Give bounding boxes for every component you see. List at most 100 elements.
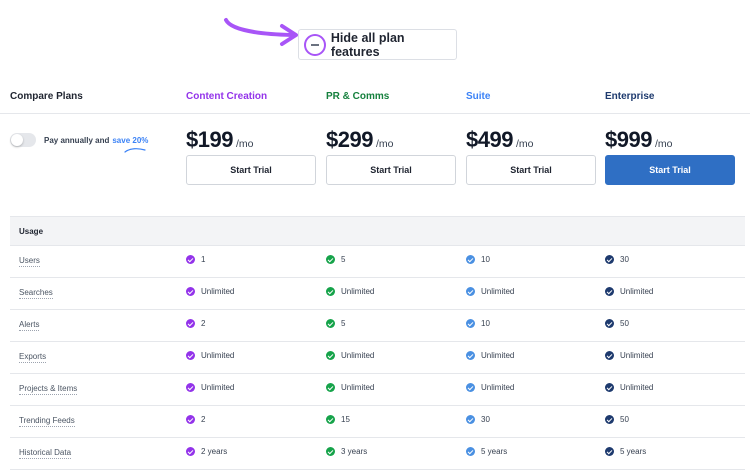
- price-amount: $299: [326, 127, 373, 152]
- save-percent-text: save 20%: [112, 135, 149, 145]
- feature-value: 3 years: [341, 447, 368, 456]
- feature-value-cell: 5 years: [605, 447, 646, 456]
- check-circle-icon: [326, 319, 335, 328]
- check-circle-icon: [186, 447, 195, 456]
- check-circle-icon: [186, 383, 195, 392]
- price-period: /mo: [654, 138, 673, 150]
- billing-toggle-group: Pay annually and save 20%: [10, 133, 148, 147]
- check-circle-icon: [466, 447, 475, 456]
- feature-value-cell: Unlimited: [605, 383, 653, 392]
- feature-label[interactable]: Searches: [19, 288, 53, 299]
- feature-value-cell: 5: [326, 255, 345, 264]
- feature-value: Unlimited: [201, 287, 235, 296]
- price-period: /mo: [235, 138, 254, 150]
- table-row: Projects & Items Unlimited Unlimited Unlimi…: [10, 374, 745, 406]
- check-circle-icon: [186, 319, 195, 328]
- price-amount: $999: [605, 127, 652, 152]
- plan-name-enterprise: Enterprise: [605, 91, 655, 102]
- feature-value: Unlimited: [201, 351, 235, 360]
- feature-value-cell: 50: [605, 415, 629, 424]
- feature-value: 1: [201, 255, 206, 264]
- feature-value-cell: 10: [466, 319, 490, 328]
- feature-value-cell: 50: [605, 319, 629, 328]
- check-circle-icon: [605, 255, 614, 264]
- feature-value: 50: [620, 415, 629, 424]
- feature-value: Unlimited: [620, 287, 654, 296]
- feature-value: 15: [341, 415, 350, 424]
- feature-value: 5 years: [481, 447, 508, 456]
- table-row: Historical Data 2 years 3 years 5 years 5 ye…: [10, 438, 745, 470]
- feature-label[interactable]: Historical Data: [19, 448, 72, 459]
- price-period: /mo: [375, 138, 394, 150]
- feature-label[interactable]: Users: [19, 256, 40, 267]
- features-table: Usage Users 1 5 10 30 Searches Unlimited Unlimi…: [10, 216, 745, 470]
- feature-value-cell: Unlimited: [466, 383, 514, 392]
- start-trial-button-content-creation[interactable]: Start Trial: [186, 155, 316, 185]
- feature-value: 10: [481, 255, 490, 264]
- feature-value: Unlimited: [201, 383, 235, 392]
- check-circle-icon: [466, 383, 475, 392]
- feature-value: 5: [341, 319, 346, 328]
- feature-value: Unlimited: [341, 383, 375, 392]
- feature-label[interactable]: Alerts: [19, 320, 40, 331]
- plan-name-suite: Suite: [466, 91, 491, 102]
- feature-value: Unlimited: [481, 383, 515, 392]
- section-heading-usage: Usage: [10, 216, 745, 246]
- feature-value-cell: 5 years: [466, 447, 507, 456]
- feature-value-cell: 30: [605, 255, 629, 264]
- annual-billing-toggle[interactable]: [10, 133, 36, 147]
- check-circle-icon: [605, 383, 614, 392]
- start-trial-button-pr-comms[interactable]: Start Trial: [326, 155, 456, 185]
- check-circle-icon: [466, 351, 475, 360]
- plan-price-pr-comms: $299/mo: [326, 127, 456, 153]
- check-circle-icon: [326, 383, 335, 392]
- feature-label[interactable]: Projects & Items: [19, 384, 78, 395]
- check-circle-icon: [605, 415, 614, 424]
- hide-plan-features-label: Hide all plan features: [330, 30, 405, 59]
- hide-plan-features-button[interactable]: Hide all plan features: [298, 29, 457, 60]
- feature-value: 5 years: [620, 447, 647, 456]
- price-amount: $199: [186, 127, 233, 152]
- plan-name-pr-comms: PR & Comms: [326, 91, 390, 102]
- check-circle-icon: [466, 287, 475, 296]
- start-trial-button-suite[interactable]: Start Trial: [466, 155, 596, 185]
- plans-header-row: Compare Plans Content Creation PR & Comm…: [0, 84, 750, 114]
- table-row: Users 1 5 10 30: [10, 246, 745, 278]
- start-trial-button-enterprise[interactable]: Start Trial: [605, 155, 735, 185]
- check-circle-icon: [605, 319, 614, 328]
- feature-value: 5: [341, 255, 346, 264]
- feature-value: 2: [201, 319, 206, 328]
- feature-value-cell: 10: [466, 255, 490, 264]
- feature-value-cell: 30: [466, 415, 490, 424]
- feature-value-cell: 2: [186, 319, 205, 328]
- price-amount: $499: [466, 127, 513, 152]
- minus-icon: [304, 33, 326, 56]
- feature-value: 30: [481, 415, 490, 424]
- feature-value: Unlimited: [481, 351, 515, 360]
- feature-value: 2: [201, 415, 206, 424]
- feature-value-cell: Unlimited: [466, 351, 514, 360]
- feature-value-cell: Unlimited: [326, 287, 374, 296]
- check-circle-icon: [605, 447, 614, 456]
- feature-value-cell: 1: [186, 255, 205, 264]
- check-circle-icon: [326, 287, 335, 296]
- features-rows: Users 1 5 10 30 Searches Unlimited Unlimited Unl…: [10, 246, 745, 470]
- feature-value-cell: Unlimited: [186, 351, 234, 360]
- check-circle-icon: [466, 255, 475, 264]
- feature-value-cell: Unlimited: [605, 351, 653, 360]
- feature-value-cell: Unlimited: [326, 383, 374, 392]
- feature-value: 30: [620, 255, 629, 264]
- feature-value: 10: [481, 319, 490, 328]
- compare-plans-title: Compare Plans: [10, 91, 83, 102]
- feature-value-cell: 15: [326, 415, 350, 424]
- feature-value: Unlimited: [481, 287, 515, 296]
- table-row: Trending Feeds 2 15 30 50: [10, 406, 745, 438]
- table-row: Alerts 2 5 10 50: [10, 310, 745, 342]
- feature-value: Unlimited: [341, 351, 375, 360]
- check-circle-icon: [186, 415, 195, 424]
- feature-label[interactable]: Exports: [19, 352, 47, 363]
- table-row: Searches Unlimited Unlimited Unlimited Unlim…: [10, 278, 745, 310]
- feature-value: Unlimited: [620, 383, 654, 392]
- feature-label[interactable]: Trending Feeds: [19, 416, 75, 427]
- feature-value-cell: Unlimited: [186, 383, 234, 392]
